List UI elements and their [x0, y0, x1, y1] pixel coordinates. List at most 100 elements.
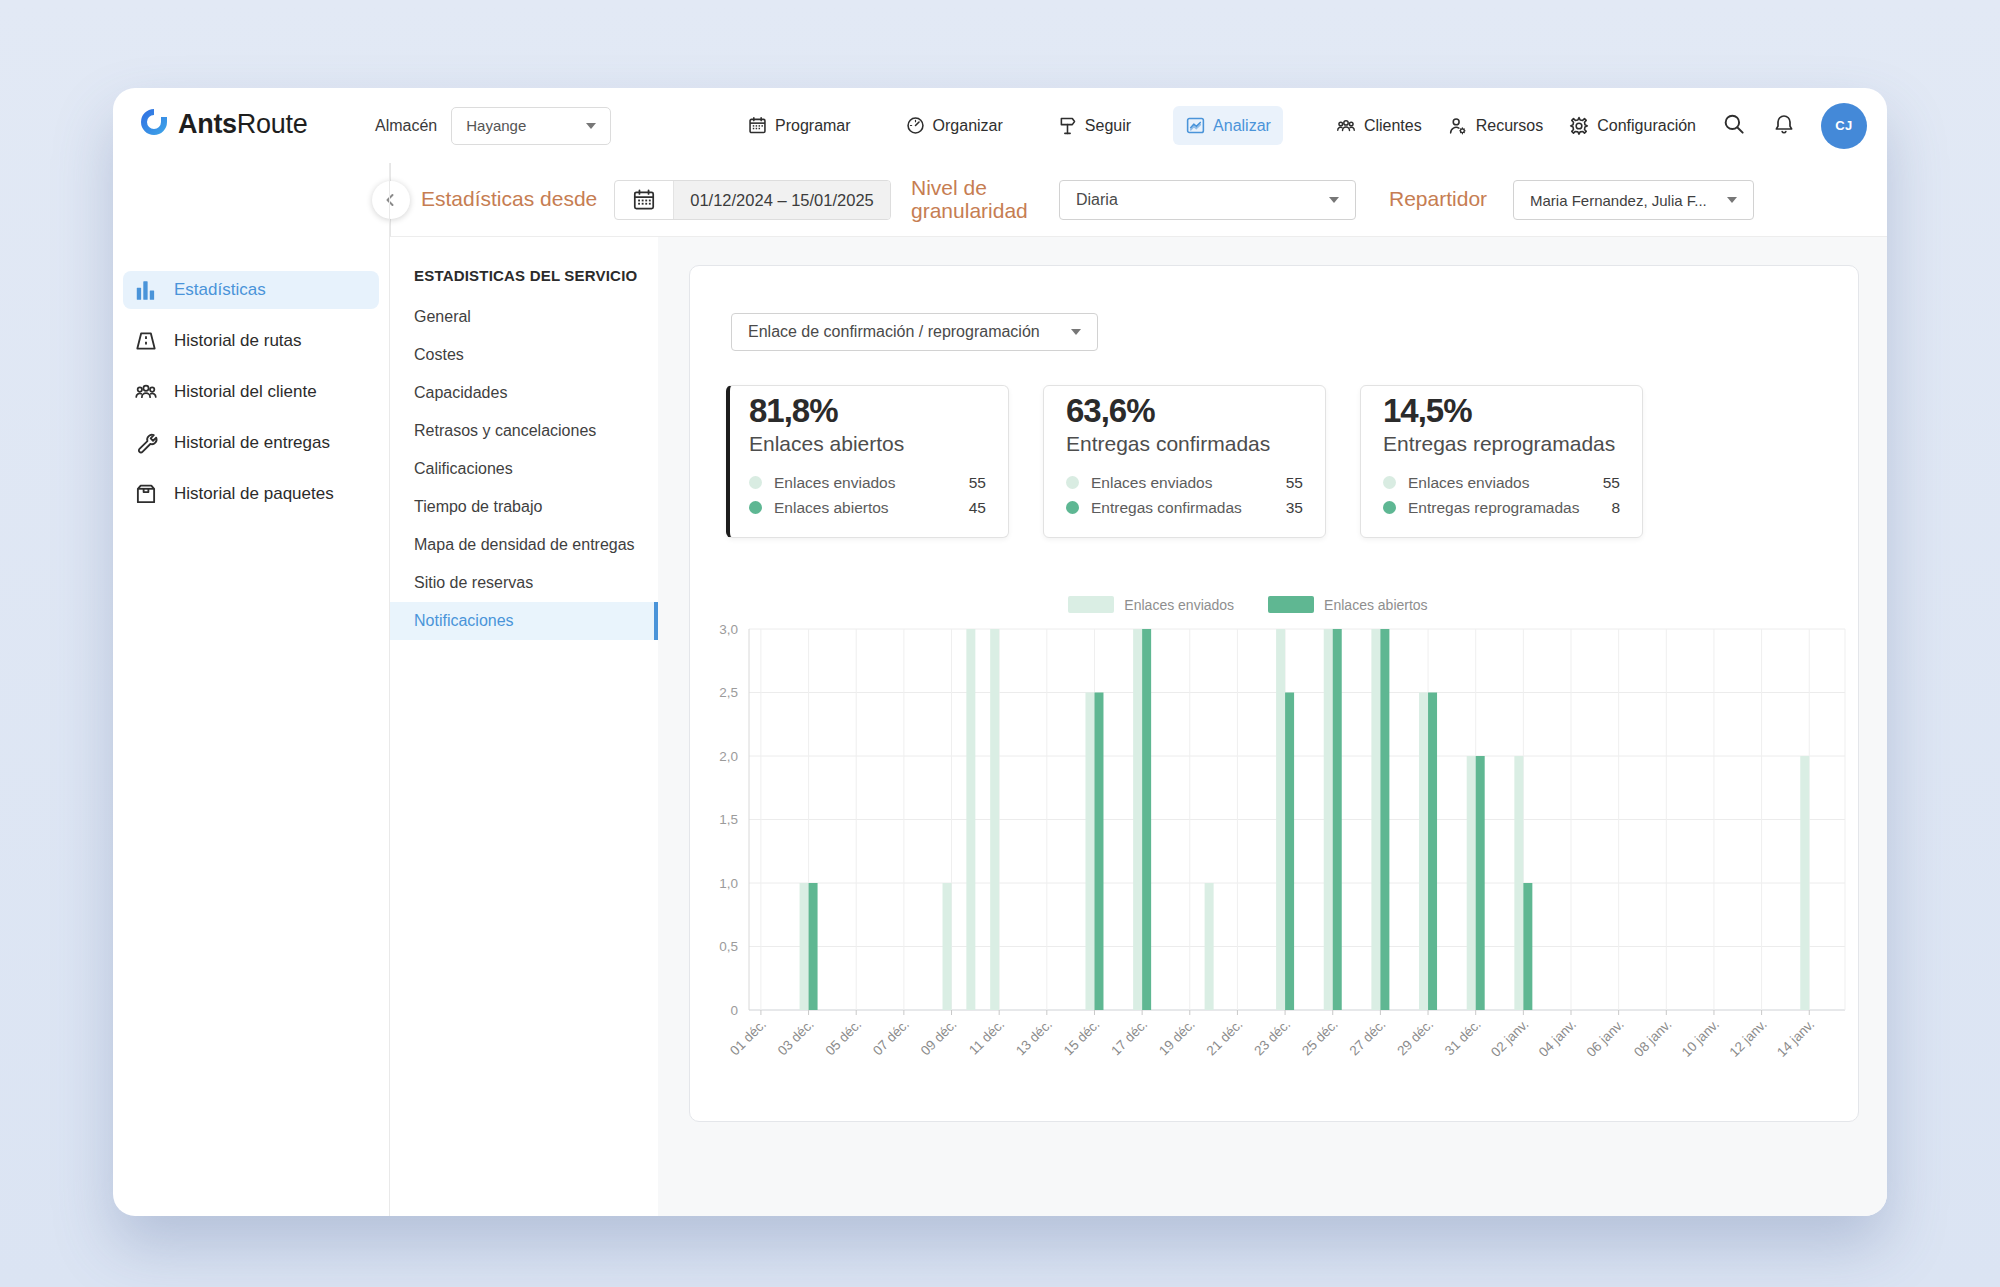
nav-item-label: Clientes	[1364, 117, 1422, 135]
primary-nav: Programar Organizar Seguir Analizar	[735, 88, 1283, 163]
nav-item-configuracin[interactable]: Configuración	[1568, 115, 1696, 137]
nav-item-programar[interactable]: Programar	[735, 106, 863, 145]
resources-icon	[1447, 115, 1469, 137]
date-range-field[interactable]: 01/12/2024 – 15/01/2025	[614, 180, 891, 220]
stat-detail-row: Enlaces enviados55	[1066, 470, 1303, 495]
notifications-button[interactable]	[1772, 112, 1796, 139]
stat-detail-label: Enlaces enviados	[774, 474, 896, 492]
date-range-value: 01/12/2024 – 15/01/2025	[674, 181, 890, 219]
stat-detail-row: Enlaces enviados55	[1383, 470, 1620, 495]
sidebar-item-label: Historial de entregas	[174, 433, 330, 453]
warehouse-label: Almacén	[375, 117, 437, 135]
warehouse-select[interactable]: Hayange	[451, 107, 611, 145]
stat-title: Entregas reprogramadas	[1383, 432, 1620, 456]
menu-item-label: Costes	[414, 346, 464, 364]
menu-item-tiempo-de-trabajo[interactable]: Tiempo de trabajo	[390, 488, 658, 526]
nav-item-label: Seguir	[1085, 117, 1131, 135]
nav-item-label: Recursos	[1476, 117, 1544, 135]
menu-item-capacidades[interactable]: Capacidades	[390, 374, 658, 412]
speedometer-icon	[905, 115, 926, 136]
nav-item-label: Configuración	[1597, 117, 1696, 135]
series-dot-icon	[1066, 501, 1079, 514]
nav-item-analizar[interactable]: Analizar	[1173, 106, 1283, 145]
granularity-label: Nivel de granularidad	[911, 176, 1051, 222]
svg-text:27 déc.: 27 déc.	[1347, 1017, 1389, 1059]
svg-text:17 déc.: 17 déc.	[1108, 1017, 1150, 1059]
sidebar-item-historial-de-entregas[interactable]: Historial de entregas	[123, 424, 379, 462]
menu-item-retrasos-y-cancelaciones[interactable]: Retrasos y cancelaciones	[390, 412, 658, 450]
stat-cards-row: 81,8%Enlaces abiertosEnlaces enviados55E…	[726, 385, 1643, 538]
svg-text:09 déc.: 09 déc.	[918, 1017, 960, 1059]
svg-text:15 déc.: 15 déc.	[1061, 1017, 1103, 1059]
svg-text:0: 0	[730, 1003, 738, 1018]
metric-select[interactable]: Enlace de confirmación / reprogramación	[731, 313, 1098, 351]
menu-item-label: Tiempo de trabajo	[414, 498, 542, 516]
menu-item-label: Notificaciones	[414, 612, 514, 630]
svg-text:21 déc.: 21 déc.	[1204, 1017, 1246, 1059]
calendar-icon	[747, 115, 768, 136]
top-navigation-bar: AntsRoute Almacén Hayange Programar Organ…	[113, 88, 1887, 163]
stat-detail-value: 35	[1286, 499, 1303, 517]
analyze-chart-icon	[1185, 115, 1206, 136]
svg-text:2,5: 2,5	[719, 685, 738, 700]
stat-detail-value: 55	[1286, 474, 1303, 492]
menu-item-sitio-de-reservas[interactable]: Sitio de reservas	[390, 564, 658, 602]
stat-detail-value: 55	[969, 474, 986, 492]
svg-text:06 janv.: 06 janv.	[1583, 1017, 1626, 1060]
stats-from-label: Estadísticas desde	[421, 187, 597, 210]
brand-logo: AntsRoute	[138, 106, 307, 142]
svg-text:14 janv.: 14 janv.	[1774, 1017, 1817, 1060]
chevron-down-icon	[586, 123, 596, 129]
svg-text:08 janv.: 08 janv.	[1631, 1017, 1674, 1060]
stat-percentage: 14,5%	[1383, 392, 1620, 430]
service-stats-menu: ESTADISTICAS DEL SERVICIO General Costes C…	[390, 237, 658, 1216]
sidebar-item-estad-sticas[interactable]: Estadísticas	[123, 271, 379, 309]
courier-label: Repartidor	[1389, 187, 1487, 210]
stat-detail-label: Enlaces enviados	[1408, 474, 1530, 492]
stat-detail-label: Entregas confirmadas	[1091, 499, 1242, 517]
user-avatar[interactable]: CJ	[1821, 103, 1867, 149]
nav-item-seguir[interactable]: Seguir	[1045, 106, 1143, 145]
menu-item-calificaciones[interactable]: Calificaciones	[390, 450, 658, 488]
granularity-select[interactable]: Diaria	[1059, 180, 1356, 220]
menu-item-label: Sitio de reservas	[414, 574, 533, 592]
svg-text:0,5: 0,5	[719, 939, 738, 954]
service-stats-title: ESTADISTICAS DEL SERVICIO	[390, 237, 658, 298]
nav-item-label: Analizar	[1213, 117, 1271, 135]
app-window: AntsRoute Almacén Hayange Programar Organ…	[113, 88, 1887, 1216]
clients-icon	[1335, 115, 1357, 137]
menu-item-notificaciones[interactable]: Notificaciones	[390, 602, 658, 640]
svg-text:2,0: 2,0	[719, 749, 738, 764]
wrench-icon	[133, 430, 159, 456]
nav-item-clientes[interactable]: Clientes	[1335, 115, 1422, 137]
nav-item-recursos[interactable]: Recursos	[1447, 115, 1544, 137]
main-content: Enlace de confirmación / reprogramación …	[658, 237, 1887, 1216]
series-dot-icon	[1066, 476, 1079, 489]
menu-item-mapa-de-densidad-de-entregas[interactable]: Mapa de densidad de entregas	[390, 526, 658, 564]
svg-text:13 déc.: 13 déc.	[1013, 1017, 1055, 1059]
sidebar-item-historial-de-rutas[interactable]: Historial de rutas	[123, 322, 379, 360]
sidebar-item-historial-de-paquetes[interactable]: Historial de paquetes	[123, 475, 379, 513]
sidebar-item-historial-del-cliente[interactable]: Historial del cliente	[123, 373, 379, 411]
menu-item-label: General	[414, 308, 471, 326]
courier-select[interactable]: Maria Fernandez, Julia F...	[1513, 180, 1754, 220]
stat-title: Entregas confirmadas	[1066, 432, 1303, 456]
sidebar-item-label: Estadísticas	[174, 280, 266, 300]
stat-card-entregas-reprogramadas: 14,5%Entregas reprogramadas Enlaces envia…	[1360, 385, 1643, 538]
stat-detail-value: 45	[969, 499, 986, 517]
svg-text:31 déc.: 31 déc.	[1442, 1017, 1484, 1059]
nav-item-organizar[interactable]: Organizar	[893, 106, 1015, 145]
svg-text:29 déc.: 29 déc.	[1394, 1017, 1436, 1059]
menu-item-label: Capacidades	[414, 384, 507, 402]
menu-item-general[interactable]: General	[390, 298, 658, 336]
stat-card-enlaces-abiertos: 81,8%Enlaces abiertosEnlaces enviados55E…	[726, 385, 1009, 538]
stat-detail-label: Enlaces abiertos	[774, 499, 889, 517]
chevron-down-icon	[1727, 197, 1737, 203]
stat-detail-value: 8	[1611, 499, 1620, 517]
stat-detail-row: Enlaces enviados 55	[749, 470, 986, 495]
svg-text:1,0: 1,0	[719, 876, 738, 891]
chevron-down-icon	[1329, 197, 1339, 203]
stat-detail-row: Entregas confirmadas 35	[1066, 495, 1303, 520]
search-button[interactable]	[1721, 111, 1747, 140]
menu-item-costes[interactable]: Costes	[390, 336, 658, 374]
